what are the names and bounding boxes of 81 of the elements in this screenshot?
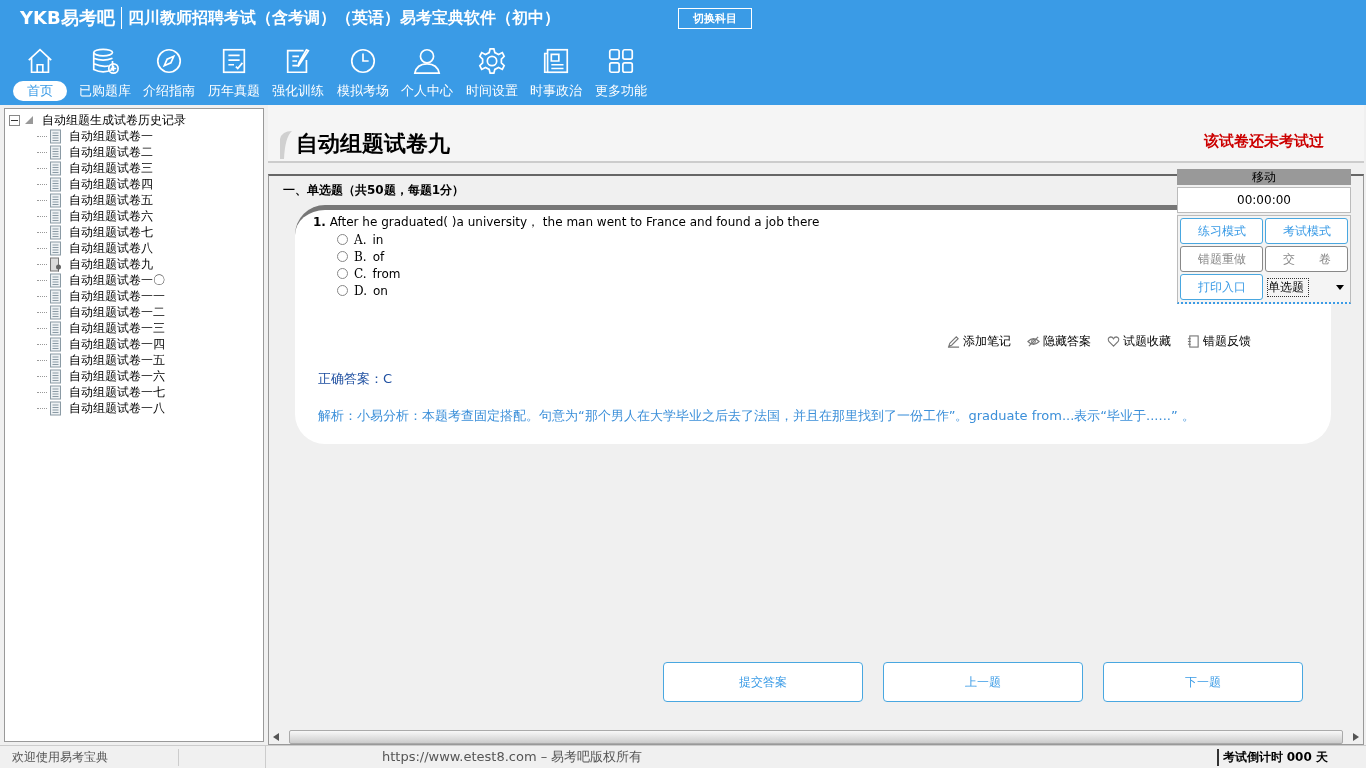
tree-item[interactable]: 自动组题试卷七 bbox=[69, 223, 153, 241]
document-icon bbox=[49, 144, 62, 160]
option-text: of bbox=[372, 249, 385, 264]
document-icon bbox=[49, 288, 62, 304]
option-text: on bbox=[373, 283, 388, 298]
tree-item[interactable]: 自动组题试卷一八 bbox=[69, 399, 165, 417]
option-letter: C. bbox=[354, 266, 367, 281]
tree-item[interactable]: 自动组题生成试卷历史记录 bbox=[42, 111, 186, 129]
document-icon bbox=[49, 240, 62, 256]
tool-link[interactable]: 添加笔记 bbox=[963, 333, 1011, 350]
move-handle[interactable]: 移动 bbox=[1177, 169, 1351, 185]
document-icon bbox=[49, 368, 62, 384]
person-icon[interactable] bbox=[412, 46, 443, 76]
option-text: from bbox=[372, 266, 401, 281]
option-letter: B. bbox=[354, 249, 367, 264]
timer: 00:00:00 bbox=[1177, 187, 1351, 213]
option-text: in bbox=[372, 232, 384, 247]
document-icon bbox=[49, 336, 62, 352]
tool-link[interactable]: 隐藏答案 bbox=[1043, 333, 1091, 350]
section-heading: 一、单选题（共50题，每题1分） bbox=[283, 182, 465, 199]
panel-button[interactable]: 错题重做 bbox=[1180, 246, 1263, 272]
heart-icon[interactable] bbox=[1107, 335, 1120, 348]
document-icon bbox=[49, 208, 62, 224]
document-icon bbox=[49, 192, 62, 208]
tool-link[interactable]: 试题收藏 bbox=[1123, 333, 1171, 350]
copyright-text: https://www.etest8.com – 易考吧版权所有 bbox=[382, 748, 643, 766]
notebook-icon[interactable] bbox=[1187, 335, 1200, 348]
option-letter: A. bbox=[354, 232, 367, 247]
document-icon bbox=[49, 352, 62, 368]
exam-status: 该试卷还未考试过 bbox=[1204, 131, 1324, 151]
tree-item[interactable]: 自动组题试卷三 bbox=[69, 159, 153, 177]
triangle-icon bbox=[24, 115, 34, 125]
exam-countdown: 考试倒计时 000 天 bbox=[1216, 748, 1328, 766]
document-icon bbox=[49, 304, 62, 320]
document-icon bbox=[49, 384, 62, 400]
welcome-text: 欢迎使用易考宝典 bbox=[0, 748, 179, 766]
tree-item[interactable]: 自动组题试卷一二 bbox=[69, 303, 165, 321]
tree-item[interactable]: 自动组题试卷一〇 bbox=[69, 271, 165, 289]
document-icon bbox=[49, 224, 62, 240]
tree-item[interactable]: 自动组题试卷一六 bbox=[69, 367, 165, 385]
radio-button[interactable] bbox=[337, 234, 348, 245]
paper-title: 自动组题试卷九 bbox=[296, 130, 450, 158]
logo: YKB易考吧 bbox=[20, 6, 115, 30]
radio-button[interactable] bbox=[337, 251, 348, 262]
settings-icon[interactable] bbox=[476, 46, 507, 76]
page-curl-icon bbox=[280, 131, 292, 159]
tool-link[interactable]: 错题反馈 bbox=[1203, 333, 1251, 350]
scroll-right-icon[interactable] bbox=[1353, 733, 1359, 741]
document-icon bbox=[49, 128, 62, 144]
tree-item[interactable]: 自动组题试卷一五 bbox=[69, 351, 165, 369]
question-type-select[interactable]: 单选题 bbox=[1265, 274, 1348, 300]
document-icon bbox=[49, 176, 62, 192]
document-icon bbox=[49, 160, 62, 176]
option-letter: D. bbox=[354, 283, 367, 298]
tree-item[interactable]: 自动组题试卷一七 bbox=[69, 383, 165, 401]
app-title: 四川教师招聘考试（含考调）（英语）易考宝典软件（初中） bbox=[127, 7, 560, 29]
radio-button[interactable] bbox=[337, 285, 348, 296]
tree-item[interactable]: 自动组题试卷五 bbox=[69, 191, 153, 209]
panel-button[interactable]: 交 卷 bbox=[1265, 246, 1348, 272]
eye-icon[interactable] bbox=[1027, 335, 1040, 348]
document-pin-icon bbox=[49, 256, 62, 272]
collapse-toggle[interactable] bbox=[9, 114, 20, 126]
document-icon bbox=[49, 320, 62, 336]
tree-item[interactable]: 自动组题试卷一三 bbox=[69, 319, 165, 337]
scroll-left-icon[interactable] bbox=[273, 733, 279, 741]
tree-item[interactable]: 自动组题试卷一 bbox=[69, 127, 153, 145]
question-text: 1. After he graduated( )a university， the man went to France and found a job there bbox=[313, 214, 820, 231]
tree-item[interactable]: 自动组题试卷六 bbox=[69, 207, 153, 225]
radio-button[interactable] bbox=[337, 268, 348, 279]
analysis-text: 解析：小易分析：本题考查固定搭配。句意为“那个男人在大学毕业之后去了法国，并且在那里找到了一份工作”。graduate from...表示“毕业于......” 。 bbox=[317, 407, 1196, 425]
tree-item[interactable]: 自动组题试卷八 bbox=[69, 239, 153, 257]
document-icon bbox=[49, 400, 62, 416]
document-icon bbox=[49, 272, 62, 288]
tree-item[interactable]: 自动组题试卷四 bbox=[69, 175, 153, 193]
tree-item[interactable]: 自动组题试卷一四 bbox=[69, 335, 165, 353]
tree-item[interactable]: 自动组题试卷二 bbox=[69, 143, 153, 161]
correct-answer: 正确答案：C bbox=[317, 370, 394, 388]
caret-icon bbox=[1336, 284, 1344, 290]
pencil-icon[interactable] bbox=[947, 335, 960, 348]
tree-item[interactable]: 自动组题试卷九 bbox=[69, 255, 153, 273]
tree-item[interactable]: 自动组题试卷一一 bbox=[69, 287, 165, 305]
